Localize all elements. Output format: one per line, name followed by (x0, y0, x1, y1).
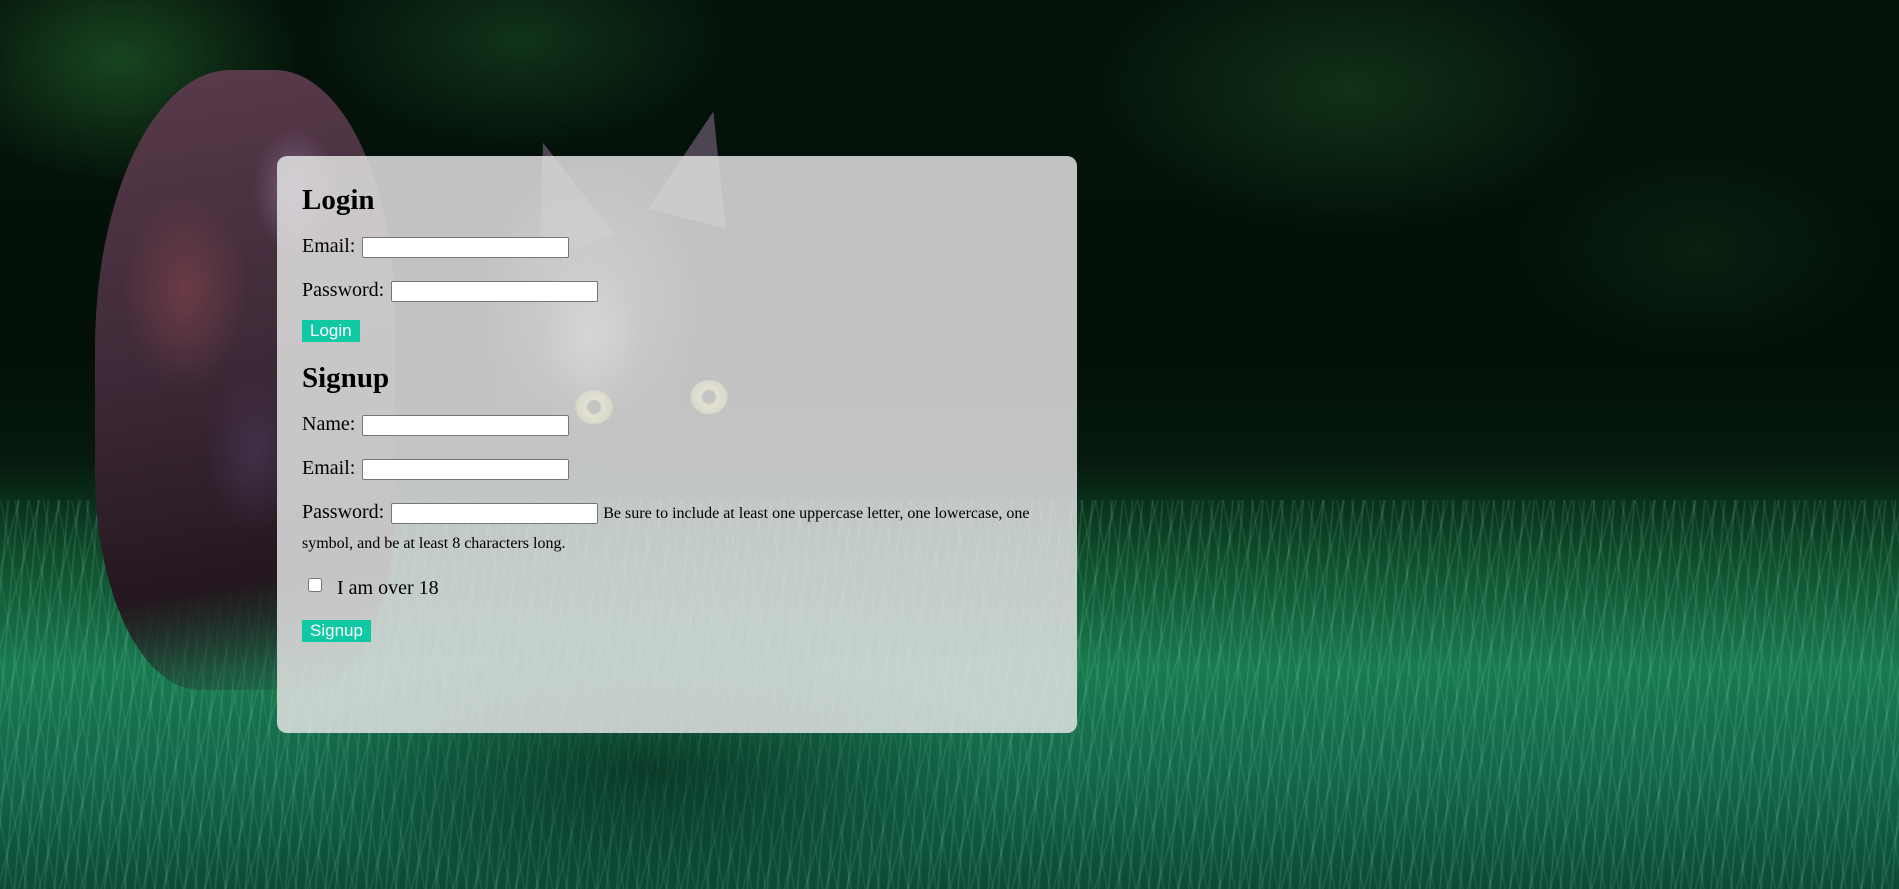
signup-email-row: Email: (302, 454, 1051, 482)
signup-heading: Signup (302, 362, 390, 394)
login-email-label: Email: (302, 235, 356, 257)
login-password-label: Password: (302, 279, 385, 301)
login-email-row: Email: (302, 232, 1051, 260)
over-18-checkbox[interactable] (308, 578, 322, 592)
login-button-row: Login (302, 320, 1051, 342)
signup-name-row: Name: (302, 410, 1051, 438)
over-18-label[interactable]: I am over 18 (337, 577, 439, 599)
login-password-input[interactable] (391, 280, 599, 302)
login-heading: Login (302, 184, 375, 216)
signup-name-label: Name: (302, 413, 356, 435)
signup-password-row: Password: Be sure to include at least on… (302, 498, 1051, 558)
signup-email-input[interactable] (362, 458, 570, 480)
signup-form: Signup Name: Email: Password: Be sure to… (302, 360, 1051, 642)
auth-panel: Login Email: Password: Login Signup Name… (277, 156, 1077, 733)
signup-password-label: Password: (302, 501, 385, 523)
signup-name-input[interactable] (362, 414, 570, 436)
login-form: Login Email: Password: Login (302, 182, 1051, 342)
login-password-row: Password: (302, 276, 1051, 304)
login-button[interactable]: Login (302, 320, 360, 342)
signup-button[interactable]: Signup (302, 620, 371, 642)
signup-password-input[interactable] (391, 502, 599, 524)
login-email-input[interactable] (362, 236, 570, 258)
signup-email-label: Email: (302, 457, 356, 479)
signup-button-row: Signup (302, 620, 1051, 642)
age-check-row: I am over 18 (302, 574, 1051, 602)
